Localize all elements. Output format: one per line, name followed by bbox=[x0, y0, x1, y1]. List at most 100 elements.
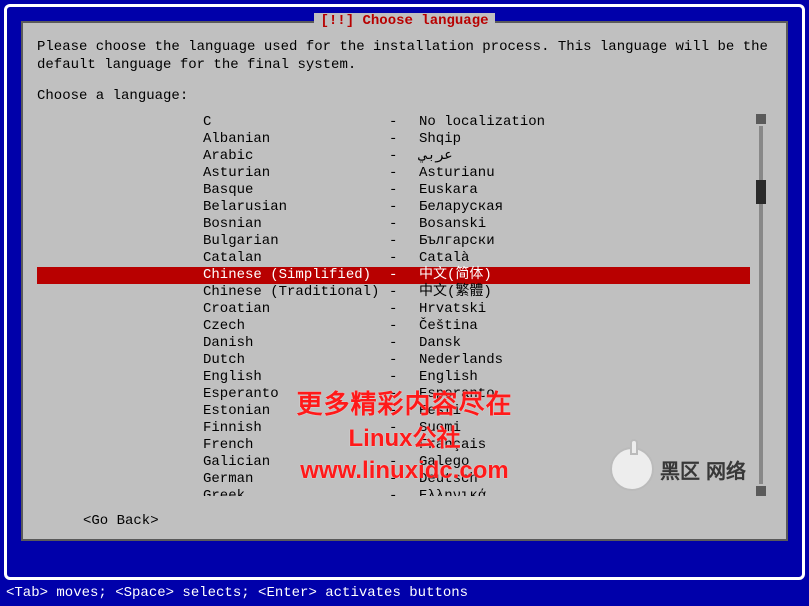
language-native: Shqip bbox=[419, 131, 750, 148]
separator: - bbox=[389, 454, 419, 471]
language-native: Bosanski bbox=[419, 216, 750, 233]
dialog-title-wrap: [!!] Choose language bbox=[23, 13, 786, 29]
language-option[interactable]: German-Deutsch bbox=[37, 471, 750, 488]
dialog-panel: [!!] Choose language Please choose the l… bbox=[21, 21, 788, 541]
language-native: Nederlands bbox=[419, 352, 750, 369]
separator: - bbox=[389, 318, 419, 335]
language-option[interactable]: Greek-Ελληνικά bbox=[37, 488, 750, 496]
language-name: Estonian bbox=[203, 403, 389, 420]
scroll-up-arrow-icon[interactable] bbox=[756, 114, 766, 124]
language-name: Chinese (Simplified) bbox=[203, 267, 389, 284]
separator: - bbox=[389, 114, 419, 131]
separator: - bbox=[389, 250, 419, 267]
dialog-intro-text: Please choose the language used for the … bbox=[23, 33, 786, 74]
language-name: Finnish bbox=[203, 420, 389, 437]
separator: - bbox=[389, 386, 419, 403]
language-native: Galego bbox=[419, 454, 750, 471]
scroll-down-arrow-icon[interactable] bbox=[756, 486, 766, 496]
language-option[interactable]: Arabic-عربي bbox=[37, 148, 750, 165]
language-option[interactable]: Finnish-Suomi bbox=[37, 420, 750, 437]
language-native: Suomi bbox=[419, 420, 750, 437]
separator: - bbox=[389, 437, 419, 454]
language-native: عربي bbox=[419, 148, 750, 165]
language-native: Беларуская bbox=[419, 199, 750, 216]
language-native: No localization bbox=[419, 114, 750, 131]
separator: - bbox=[389, 131, 419, 148]
separator: - bbox=[389, 403, 419, 420]
language-name: Danish bbox=[203, 335, 389, 352]
separator: - bbox=[389, 352, 419, 369]
language-option[interactable]: Albanian-Shqip bbox=[37, 131, 750, 148]
language-option[interactable]: Belarusian-Беларуская bbox=[37, 199, 750, 216]
language-native: Čeština bbox=[419, 318, 750, 335]
scroll-thumb[interactable] bbox=[756, 180, 766, 204]
keyboard-hint: <Tab> moves; <Space> selects; <Enter> ac… bbox=[4, 585, 805, 601]
separator: - bbox=[389, 182, 419, 199]
language-option[interactable]: Basque-Euskara bbox=[37, 182, 750, 199]
language-option[interactable]: Dutch-Nederlands bbox=[37, 352, 750, 369]
language-name: Greek bbox=[203, 488, 389, 496]
separator: - bbox=[389, 471, 419, 488]
language-native: Eesti bbox=[419, 403, 750, 420]
language-native: Deutsch bbox=[419, 471, 750, 488]
language-native: Dansk bbox=[419, 335, 750, 352]
language-option[interactable]: Estonian-Eesti bbox=[37, 403, 750, 420]
language-name: Basque bbox=[203, 182, 389, 199]
separator: - bbox=[389, 148, 419, 165]
language-name: Catalan bbox=[203, 250, 389, 267]
language-option[interactable]: Danish-Dansk bbox=[37, 335, 750, 352]
language-name: Chinese (Traditional) bbox=[203, 284, 389, 301]
language-native: Hrvatski bbox=[419, 301, 750, 318]
language-option[interactable]: Bulgarian-Български bbox=[37, 233, 750, 250]
language-native: Ελληνικά bbox=[419, 488, 750, 496]
language-name: Dutch bbox=[203, 352, 389, 369]
dialog-title: [!!] Choose language bbox=[314, 13, 494, 29]
language-name: Arabic bbox=[203, 148, 389, 165]
language-native: Français bbox=[419, 437, 750, 454]
dialog-prompt: Choose a language: bbox=[23, 74, 786, 110]
separator: - bbox=[389, 488, 419, 496]
separator: - bbox=[389, 284, 419, 301]
language-native: Esperanto bbox=[419, 386, 750, 403]
language-option[interactable]: Czech-Čeština bbox=[37, 318, 750, 335]
separator: - bbox=[389, 301, 419, 318]
language-name: C bbox=[203, 114, 389, 131]
language-list-wrap: C-No localizationAlbanian-ShqipArabic-عر… bbox=[37, 114, 772, 496]
language-native: Български bbox=[419, 233, 750, 250]
language-option[interactable]: Esperanto-Esperanto bbox=[37, 386, 750, 403]
scrollbar[interactable] bbox=[756, 114, 766, 496]
language-option[interactable]: Bosnian-Bosanski bbox=[37, 216, 750, 233]
separator: - bbox=[389, 216, 419, 233]
language-name: German bbox=[203, 471, 389, 488]
language-name: Belarusian bbox=[203, 199, 389, 216]
language-option[interactable]: Croatian-Hrvatski bbox=[37, 301, 750, 318]
language-native: English bbox=[419, 369, 750, 386]
language-option[interactable]: Catalan-Català bbox=[37, 250, 750, 267]
language-name: Galician bbox=[203, 454, 389, 471]
language-name: English bbox=[203, 369, 389, 386]
language-native: Euskara bbox=[419, 182, 750, 199]
language-option[interactable]: Galician-Galego bbox=[37, 454, 750, 471]
outer-frame: [!!] Choose language Please choose the l… bbox=[4, 4, 805, 580]
language-native: Asturianu bbox=[419, 165, 750, 182]
separator: - bbox=[389, 335, 419, 352]
language-option[interactable]: Chinese (Traditional)-中文(繁體) bbox=[37, 284, 750, 301]
language-name: Esperanto bbox=[203, 386, 389, 403]
language-list[interactable]: C-No localizationAlbanian-ShqipArabic-عر… bbox=[37, 114, 750, 496]
language-name: Asturian bbox=[203, 165, 389, 182]
language-name: Czech bbox=[203, 318, 389, 335]
language-option[interactable]: English-English bbox=[37, 369, 750, 386]
language-native: 中文(简体) bbox=[419, 267, 750, 284]
language-name: Bulgarian bbox=[203, 233, 389, 250]
language-native: 中文(繁體) bbox=[419, 284, 750, 301]
go-back-button[interactable]: <Go Back> bbox=[83, 513, 159, 529]
separator: - bbox=[389, 199, 419, 216]
language-option[interactable]: Chinese (Simplified)-中文(简体) bbox=[37, 267, 750, 284]
language-option[interactable]: French-Français bbox=[37, 437, 750, 454]
language-option[interactable]: Asturian-Asturianu bbox=[37, 165, 750, 182]
separator: - bbox=[389, 420, 419, 437]
separator: - bbox=[389, 233, 419, 250]
language-name: Croatian bbox=[203, 301, 389, 318]
separator: - bbox=[389, 369, 419, 386]
language-option[interactable]: C-No localization bbox=[37, 114, 750, 131]
